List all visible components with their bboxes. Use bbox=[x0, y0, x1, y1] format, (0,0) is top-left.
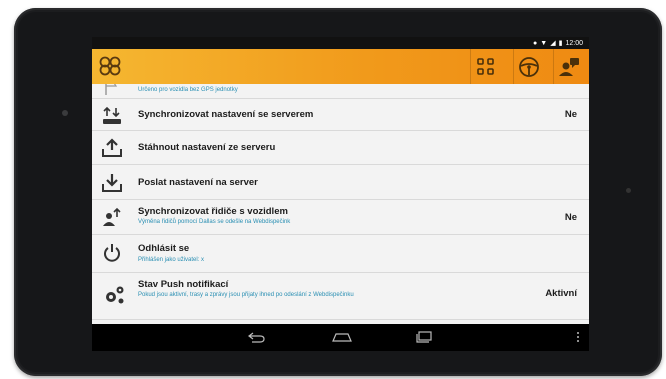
sync-drivers-title: Synchronizovat řidiče s vozidlem bbox=[138, 206, 288, 217]
sync-drivers-subtitle: Výměna řidičů pomocí Dallas se odešle na… bbox=[138, 219, 291, 225]
action-bar bbox=[92, 49, 589, 84]
list-item-logout[interactable]: Odhlásit se Přihlášen jako uživatel: x bbox=[92, 235, 589, 273]
push-title: Stav Push notifikací bbox=[138, 279, 229, 290]
location-icon: ● bbox=[533, 39, 538, 47]
front-camera bbox=[62, 110, 68, 116]
recent-apps-icon[interactable] bbox=[415, 331, 433, 343]
push-subtitle: Pokud jsou aktivní, trasy a zprávy jsou … bbox=[138, 292, 354, 298]
driver-sync-icon bbox=[103, 207, 121, 226]
status-time: 12:00 bbox=[565, 39, 583, 47]
download-tray-icon bbox=[102, 174, 122, 192]
wifi-icon: ▼ bbox=[540, 39, 548, 47]
sync-settings-title: Synchronizovat nastavení se serverem bbox=[138, 109, 314, 120]
signal-icon: ◢ bbox=[550, 39, 556, 47]
settings-list: Určeno pro vozidla bez GPS jednotky Ne S… bbox=[92, 84, 589, 324]
flag-icon bbox=[105, 84, 118, 95]
upload-tray-icon bbox=[102, 138, 122, 157]
list-item-upload[interactable]: Poslat nastavení na server bbox=[92, 165, 589, 200]
drivers-grid-button[interactable] bbox=[470, 49, 501, 84]
status-bar: ● ▼ ◢ ▮ 12:00 bbox=[92, 37, 589, 49]
sync-settings-value: Ne bbox=[564, 109, 577, 120]
back-icon[interactable] bbox=[247, 331, 265, 343]
steering-wheel-icon bbox=[519, 56, 539, 77]
gears-icon bbox=[106, 286, 124, 304]
list-item-sync-settings[interactable]: Synchronizovat nastavení se serverem Ne bbox=[92, 99, 589, 131]
push-value: Aktivní bbox=[545, 288, 577, 299]
download-title: Stáhnout nastavení ze serveru bbox=[138, 142, 276, 153]
upload-title: Poslat nastavení na server bbox=[138, 177, 258, 188]
power-icon bbox=[104, 244, 120, 262]
list-item-partial[interactable]: Určeno pro vozidla bez GPS jednotky Ne bbox=[92, 84, 589, 99]
driver-message-icon bbox=[559, 57, 579, 76]
logout-title: Odhlásit se bbox=[138, 243, 190, 254]
app-logo-icon[interactable] bbox=[98, 55, 122, 77]
light-sensor bbox=[626, 188, 631, 193]
list-item-push[interactable]: Stav Push notifikací Pokud jsou aktivní,… bbox=[92, 273, 589, 320]
partial-subtitle: Určeno pro vozidla bez GPS jednotky bbox=[138, 87, 238, 93]
sync-arrows-icon bbox=[103, 106, 121, 124]
drivers-grid-icon bbox=[477, 57, 494, 75]
battery-icon: ▮ bbox=[558, 39, 563, 47]
list-item-download[interactable]: Stáhnout nastavení ze serveru bbox=[92, 131, 589, 165]
nav-bar bbox=[92, 324, 589, 351]
logout-subtitle: Přihlášen jako uživatel: x bbox=[138, 257, 205, 263]
screen: ● ▼ ◢ ▮ 12:00 Určeno pro vozidla bez GPS… bbox=[92, 37, 589, 351]
driver-message-button[interactable] bbox=[553, 49, 584, 84]
steering-wheel-button[interactable] bbox=[513, 49, 544, 84]
overflow-menu-icon[interactable] bbox=[576, 331, 580, 343]
partial-value: Ne bbox=[565, 84, 577, 85]
sync-drivers-value: Ne bbox=[564, 212, 577, 223]
home-icon[interactable] bbox=[332, 331, 352, 343]
list-item-sync-drivers[interactable]: Synchronizovat řidiče s vozidlem Výměna … bbox=[92, 200, 589, 235]
